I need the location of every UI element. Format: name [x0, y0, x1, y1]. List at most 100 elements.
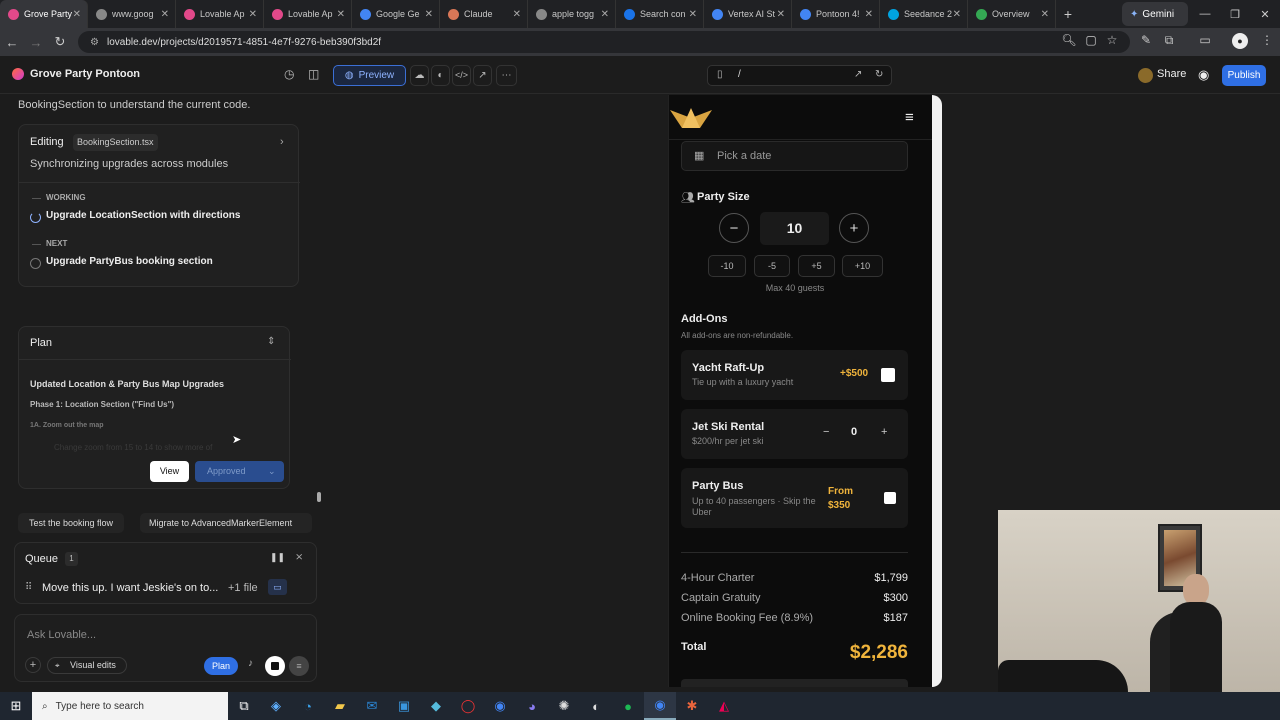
close-tab-icon[interactable]: ✕ [249, 9, 257, 20]
chrome-active-icon[interactable]: ◉ [644, 692, 676, 720]
palette-icon[interactable]: ◐ [431, 65, 450, 86]
visual-edits-button[interactable]: ⌖ Visual edits [47, 657, 127, 674]
app-icon[interactable]: ◭ [708, 692, 740, 720]
addon-partybus[interactable]: Party Bus Up to 40 passengers · Skip the… [681, 468, 908, 528]
size-chip[interactable]: -5 [754, 255, 790, 277]
drag-handle-icon[interactable]: ⠿ [25, 582, 32, 593]
queue-send-icon[interactable]: ≡ [289, 656, 309, 676]
zoom-icon[interactable]: 🔍︎ [1060, 33, 1078, 51]
decrement-button[interactable]: − [719, 213, 749, 243]
new-tab-icon[interactable]: + [1056, 6, 1080, 22]
jetski-increment-icon[interactable]: + [881, 426, 887, 438]
close-tab-icon[interactable]: ✕ [601, 9, 609, 20]
back-icon[interactable]: ← [0, 35, 24, 50]
browser-tab[interactable]: Seedance 2 ✕ [880, 0, 968, 28]
expand-icon[interactable]: ⇕ [267, 336, 275, 347]
chat-input-box[interactable]: Ask Lovable... + ⌖ Visual edits Plan ♪ ≡ [14, 614, 317, 682]
analytics-icon[interactable]: ↗ [473, 65, 492, 86]
size-chip[interactable]: +5 [798, 255, 835, 277]
sidebar-toggle-icon[interactable]: ◫ [308, 67, 319, 81]
close-window-icon[interactable]: ✕ [1250, 0, 1280, 28]
editing-file-badge[interactable]: BookingSection.tsx [73, 134, 158, 151]
close-tab-icon[interactable]: ✕ [513, 9, 521, 20]
browser-tab[interactable]: Overview ✕ [968, 0, 1056, 28]
url-field[interactable]: ⚙ lovable.dev/projects/d2019571-4851-4e7f… [78, 31, 1130, 53]
book-button-edge[interactable] [681, 679, 908, 687]
profile-avatar[interactable]: ● [1232, 33, 1248, 49]
history-icon[interactable]: ◷ [284, 67, 294, 81]
chevron-right-icon[interactable]: › [280, 136, 284, 148]
forward-icon[interactable]: → [24, 35, 48, 50]
spotify-icon[interactable]: ● [612, 692, 644, 720]
pause-icon[interactable]: ❚❚ [270, 552, 285, 563]
user-avatar[interactable] [1138, 68, 1153, 83]
date-picker[interactable]: ▦ Pick a date [681, 141, 908, 171]
github-icon[interactable]: ◉ [1198, 67, 1209, 83]
device-icon[interactable]: ▯ [717, 69, 723, 80]
queue-item-text[interactable]: Move this up. I want Jeskie's on to... [42, 582, 218, 594]
browser-tab[interactable]: apple togg ✕ [528, 0, 616, 28]
chatgpt-icon[interactable]: ✺ [548, 692, 580, 720]
site-info-icon[interactable]: ⚙ [90, 37, 99, 48]
minimize-icon[interactable]: — [1190, 0, 1220, 28]
file-explorer-icon[interactable]: ▰ [324, 692, 356, 720]
addon-yacht[interactable]: Yacht Raft-Up Tie up with a luxury yacht… [681, 350, 908, 400]
cloud-icon[interactable]: ☁ [410, 65, 429, 86]
task-view-icon[interactable]: ⧉ [228, 692, 260, 720]
project-name[interactable]: Grove Party Pontoon [30, 68, 140, 80]
code-icon[interactable]: </> [452, 65, 471, 86]
preview-button[interactable]: ◍ Preview [333, 65, 406, 86]
suggestion-chip[interactable]: Test the booking flow [18, 513, 125, 533]
browser-tab[interactable]: Google Ge ✕ [352, 0, 440, 28]
gemini-button[interactable]: ✦ Gemini [1122, 2, 1188, 26]
addon-checkbox[interactable] [881, 368, 895, 382]
browser-tab[interactable]: Claude ✕ [440, 0, 528, 28]
add-icon[interactable]: + [25, 657, 41, 673]
close-tab-icon[interactable]: ✕ [425, 9, 433, 20]
party-size-value[interactable]: 10 [760, 212, 829, 245]
store-icon[interactable]: ▣ [388, 692, 420, 720]
restore-icon[interactable]: ❐ [1220, 0, 1250, 28]
suggestion-chip[interactable]: Migrate to AdvancedMarkerElement [140, 513, 312, 533]
size-chip[interactable]: -10 [708, 255, 746, 277]
browser-tab[interactable]: Grove Party ✕ [0, 0, 88, 28]
stop-button[interactable] [265, 656, 285, 676]
page-icon[interactable]: ▢ [1082, 33, 1100, 51]
sidepanel-icon[interactable]: ▭ [1196, 33, 1214, 51]
resize-handle[interactable] [317, 492, 321, 502]
bookmark-icon[interactable]: ☆ [1103, 33, 1121, 51]
collapse-icon[interactable]: ⨯ [295, 552, 303, 563]
refresh-preview-icon[interactable]: ↻ [875, 69, 883, 80]
pen-icon[interactable]: ✎ [1137, 33, 1155, 51]
edge-icon[interactable]: ◔ [292, 692, 324, 720]
chrome-icon[interactable]: ◉ [484, 692, 516, 720]
chat-input[interactable]: Ask Lovable... [27, 629, 96, 641]
chevron-down-icon[interactable]: ⌄ [130, 68, 138, 79]
share-button[interactable]: Share [1157, 68, 1186, 80]
close-tab-icon[interactable]: ✕ [73, 9, 81, 20]
more-icon[interactable]: ⋯ [496, 65, 517, 86]
hamburger-menu-icon[interactable]: ≡ [905, 109, 914, 126]
discord-icon[interactable]: ◕ [516, 692, 548, 720]
browser-tab[interactable]: Vertex AI St ✕ [704, 0, 792, 28]
close-tab-icon[interactable]: ✕ [161, 9, 169, 20]
jetski-decrement-icon[interactable]: − [823, 426, 829, 438]
close-tab-icon[interactable]: ✕ [689, 9, 697, 20]
app-icon[interactable]: ◐ [580, 692, 612, 720]
open-external-icon[interactable]: ↗ [854, 69, 862, 80]
taskbar-search[interactable]: ⌕ Type here to search [32, 692, 228, 720]
copilot-icon[interactable]: ◈ [260, 692, 292, 720]
preview-address-field[interactable]: ▯ / ↗ ↻ [707, 65, 892, 86]
close-tab-icon[interactable]: ✕ [777, 9, 785, 20]
message-icon[interactable]: ▭ [268, 579, 287, 595]
microphone-icon[interactable]: ♪ [248, 658, 253, 669]
addon-checkbox[interactable] [884, 492, 896, 504]
close-tab-icon[interactable]: ✕ [337, 9, 345, 20]
size-chip[interactable]: +10 [842, 255, 883, 277]
menu-dots-icon[interactable]: ⋮ [1258, 33, 1276, 51]
publish-button[interactable]: Publish [1222, 65, 1266, 86]
close-tab-icon[interactable]: ✕ [953, 9, 961, 20]
windows-start-icon[interactable]: ⊞ [0, 692, 32, 720]
reload-icon[interactable]: ↻ [48, 34, 72, 50]
browser-tab[interactable]: www.goog ✕ [88, 0, 176, 28]
